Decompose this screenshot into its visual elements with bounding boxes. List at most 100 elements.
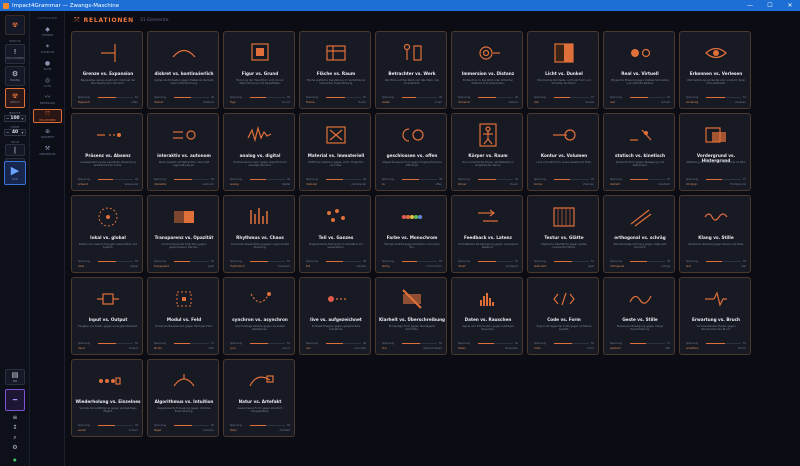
slider-track[interactable] bbox=[402, 96, 437, 99]
tension-slider[interactable]: Spannung 50 bbox=[78, 342, 138, 345]
slider-track[interactable] bbox=[554, 260, 589, 263]
relation-card[interactable]: Code vs. Form Zugrunde liegender Code ge… bbox=[527, 277, 599, 355]
tension-slider[interactable]: Spannung 49 bbox=[610, 260, 670, 263]
tension-slider[interactable]: Spannung 53 bbox=[686, 342, 746, 345]
tension-slider[interactable]: Spannung 46 bbox=[154, 260, 214, 263]
slider-track[interactable] bbox=[478, 260, 513, 263]
slider-track[interactable] bbox=[98, 342, 133, 345]
tension-slider[interactable]: Spannung 44 bbox=[382, 260, 442, 263]
sidebar-item-relationen[interactable]: ⤧ RELATIONEN bbox=[33, 109, 62, 123]
sidebar-item-werkzeuge[interactable]: ⚒ WERKZEUGE bbox=[33, 143, 62, 157]
relation-card[interactable]: Vordergrund vs. Hintergrund Staffelung d… bbox=[679, 113, 751, 191]
tension-slider[interactable]: Spannung 44 bbox=[78, 178, 138, 181]
radiation-icon-button[interactable]: ☢ bbox=[5, 15, 25, 35]
relation-card[interactable]: Figur vs. Grund Trennung der Hauptform v… bbox=[223, 31, 295, 109]
relation-card[interactable]: Licht vs. Dunkel Hell-Dunkel-Kontraste, … bbox=[527, 31, 599, 109]
slider-track[interactable] bbox=[98, 424, 133, 427]
minus-icon[interactable]: − bbox=[6, 116, 9, 121]
slider-track[interactable] bbox=[706, 178, 741, 181]
tension-slider[interactable]: Spannung 47 bbox=[154, 342, 214, 345]
sidebar-item-raum[interactable]: ● RAUM bbox=[33, 58, 62, 72]
relation-card[interactable]: Grenze vs. Expansion Begrenztes versus A… bbox=[71, 31, 143, 109]
slider-track[interactable] bbox=[402, 342, 437, 345]
relation-card[interactable]: Transparenz vs. Opazität Durchscheinende… bbox=[147, 195, 219, 273]
search-icon[interactable]: ⌕ bbox=[2, 434, 28, 442]
slider-track[interactable] bbox=[326, 260, 361, 263]
slider-track[interactable] bbox=[554, 96, 589, 99]
relation-card[interactable]: Daten vs. Rauschen Signal und Informatio… bbox=[451, 277, 523, 355]
breite-stepper[interactable]: − 100 + bbox=[4, 115, 26, 122]
slider-track[interactable] bbox=[706, 260, 741, 263]
tension-slider[interactable]: Spannung 52 bbox=[230, 342, 290, 345]
mix-button[interactable]: ━ bbox=[5, 389, 25, 411]
slider-track[interactable] bbox=[326, 178, 361, 181]
relation-card[interactable]: Teil vs. Ganzes Fragmentierte Elemente i… bbox=[299, 195, 371, 273]
slider-track[interactable] bbox=[174, 178, 209, 181]
slider-track[interactable] bbox=[174, 424, 209, 427]
relation-card[interactable]: Modul vs. Feld Einzelnes Bauelement gege… bbox=[147, 277, 219, 355]
run-button[interactable]: ▶ RUN bbox=[4, 161, 26, 185]
tension-slider[interactable]: Spannung 40 bbox=[382, 96, 442, 99]
tension-slider[interactable]: Spannung 50 bbox=[610, 178, 670, 181]
maximize-button[interactable]: ☐ bbox=[760, 0, 780, 11]
tension-slider[interactable]: Spannung 46 bbox=[458, 342, 518, 345]
tension-slider[interactable]: Spannung 52 bbox=[78, 96, 138, 99]
sidebar-item-licht[interactable]: ◎ LICHT bbox=[33, 75, 62, 89]
slider-track[interactable] bbox=[326, 342, 361, 345]
relation-card[interactable]: Erkennen vs. Verlesen Wahrnehmung eindeu… bbox=[679, 31, 751, 109]
slider-track[interactable] bbox=[554, 342, 589, 345]
relation-card[interactable]: Körper vs. Raum Der menschliche Körper a… bbox=[451, 113, 523, 191]
slider-track[interactable] bbox=[478, 342, 513, 345]
sidebar-item-struktur[interactable]: ✶ STRUKTUR bbox=[33, 41, 62, 55]
tension-slider[interactable]: Spannung 50 bbox=[458, 260, 518, 263]
tension-slider[interactable]: Spannung 45 bbox=[230, 96, 290, 99]
relation-card[interactable]: lokal vs. global Detail und Ausschnitt g… bbox=[71, 195, 143, 273]
relation-card[interactable]: Betrachter vs. Werk Der Blick auf das We… bbox=[375, 31, 447, 109]
slider-track[interactable] bbox=[250, 178, 285, 181]
slider-track[interactable] bbox=[250, 96, 285, 99]
tension-slider[interactable]: Spannung 47 bbox=[686, 178, 746, 181]
tension-slider[interactable]: Spannung 55 bbox=[306, 96, 366, 99]
slider-track[interactable] bbox=[630, 260, 665, 263]
tension-slider[interactable]: Spannung 52 bbox=[458, 178, 518, 181]
tension-slider[interactable]: Spannung 50 bbox=[610, 96, 670, 99]
relation-card[interactable]: Natur vs. Artefakt Gewachsene Form gegen… bbox=[223, 359, 295, 437]
slider-track[interactable] bbox=[706, 342, 741, 345]
tension-slider[interactable]: Spannung 45 bbox=[686, 260, 746, 263]
tension-slider[interactable]: Spannung 49 bbox=[306, 178, 366, 181]
hoehe-stepper[interactable]: − 40 + bbox=[4, 129, 26, 136]
relation-card[interactable]: Immersion vs. Distanz Eintauchen in das … bbox=[451, 31, 523, 109]
tension-slider[interactable]: Spannung 46 bbox=[230, 178, 290, 181]
settings-icon[interactable]: ⚙ bbox=[2, 444, 28, 451]
relation-card[interactable]: orthogonal vs. schräg Rechtwinklige Ordn… bbox=[603, 195, 675, 273]
tension-slider[interactable]: Spannung 48 bbox=[382, 178, 442, 181]
tension-slider[interactable]: Spannung 45 bbox=[534, 178, 594, 181]
relation-card[interactable]: Fläche vs. Raum Flache grafische Darstel… bbox=[299, 31, 371, 109]
tension-slider[interactable]: Spannung 50 bbox=[382, 342, 442, 345]
slider-track[interactable] bbox=[402, 260, 437, 263]
tension-slider[interactable]: Spannung 49 bbox=[78, 424, 138, 427]
minus-icon[interactable]: − bbox=[6, 130, 9, 135]
menu-icon[interactable]: ≡ bbox=[2, 414, 28, 421]
relation-card[interactable]: Material vs. Immateriell Stoffliche Subs… bbox=[299, 113, 371, 191]
tension-slider[interactable]: Spannung 50 bbox=[458, 96, 518, 99]
relation-card[interactable]: interaktiv vs. autonom Werk reagiert auf… bbox=[147, 113, 219, 191]
tension-slider[interactable]: Spannung 50 bbox=[78, 260, 138, 263]
slider-track[interactable] bbox=[250, 424, 285, 427]
library-button[interactable]: ▤ BIB bbox=[5, 369, 25, 385]
relation-card[interactable]: Farbe vs. Monochrom Farbige Vielfalt geg… bbox=[375, 195, 447, 273]
slider-track[interactable] bbox=[630, 342, 665, 345]
tension-slider[interactable]: Spannung 48 bbox=[154, 96, 214, 99]
tension-slider[interactable]: Spannung 50 bbox=[154, 178, 214, 181]
slider-track[interactable] bbox=[98, 96, 133, 99]
relation-card[interactable]: statisch vs. kinetisch Ruhende Form gege… bbox=[603, 113, 675, 191]
relation-card[interactable]: Algorithmus vs. Intuition Regelbasierte … bbox=[147, 359, 219, 437]
tension-slider[interactable]: Spannung 47 bbox=[534, 96, 594, 99]
relation-card[interactable]: Erwartung vs. Bruch Vorhersehbares Muste… bbox=[679, 277, 751, 355]
tension-slider[interactable]: Spannung 51 bbox=[534, 260, 594, 263]
relation-card[interactable]: Real vs. Virtuell Physische Präsenz gege… bbox=[603, 31, 675, 109]
slider-track[interactable] bbox=[478, 178, 513, 181]
slider-track[interactable] bbox=[174, 260, 209, 263]
relation-card[interactable]: Textur vs. Glätte Haptische Oberfläche g… bbox=[527, 195, 599, 273]
sidebar-item-konzepte[interactable]: ⊕ KONZEPTE bbox=[33, 126, 62, 140]
